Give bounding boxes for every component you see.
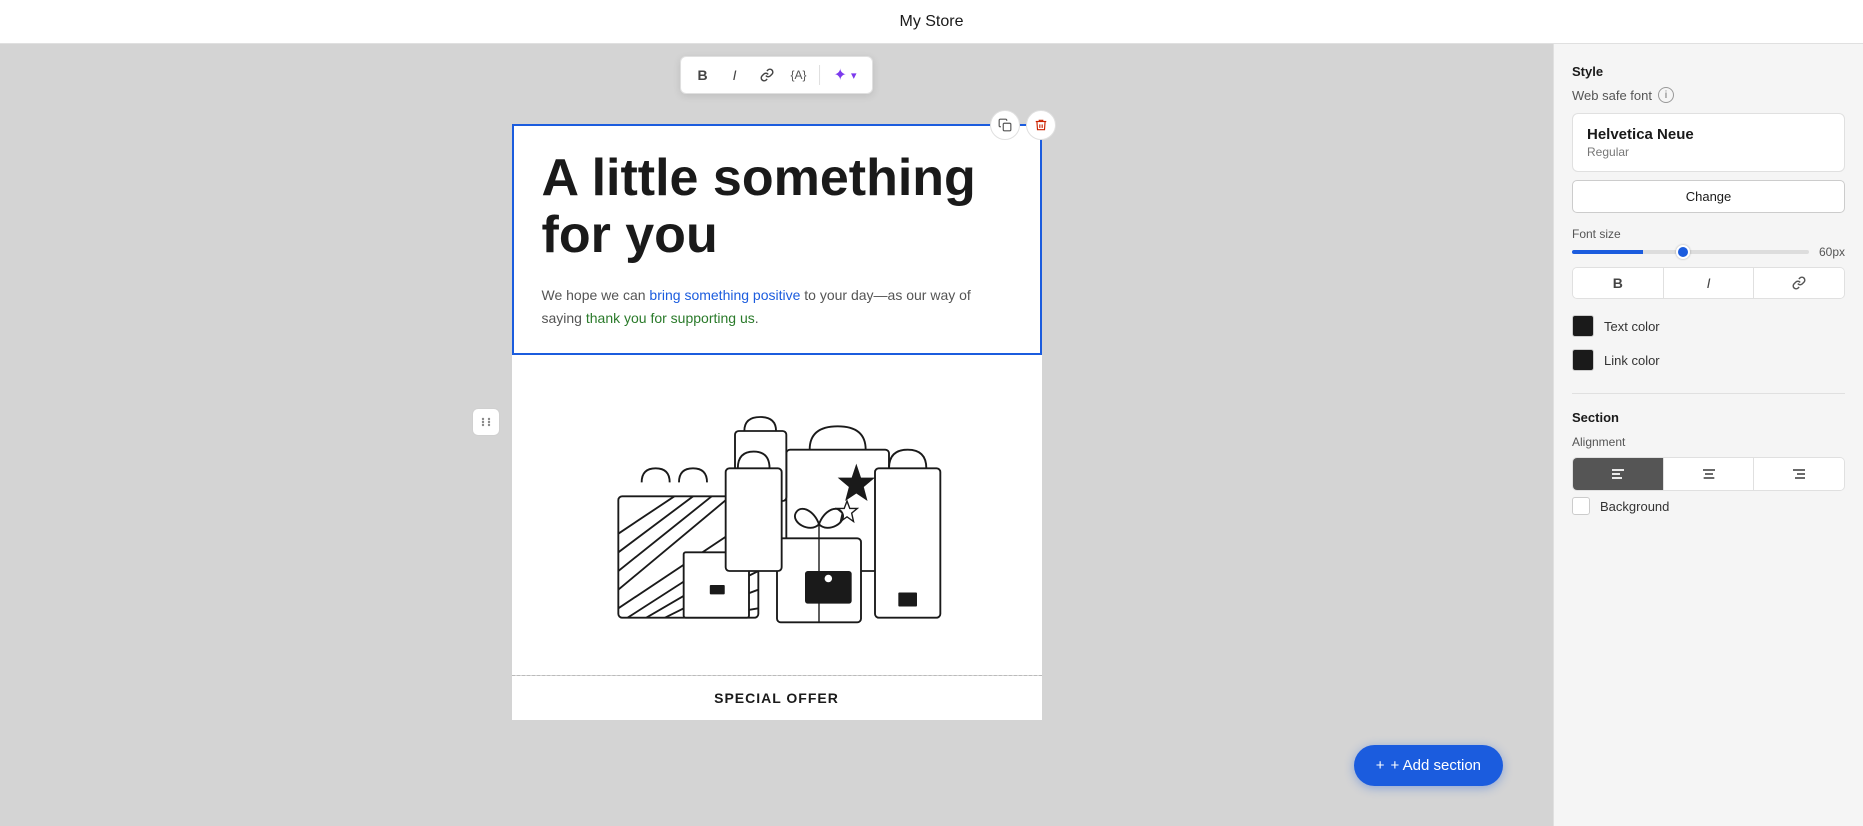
bold-button[interactable]: B (689, 61, 717, 89)
font-name: Helvetica Neue (1587, 126, 1830, 143)
ai-icon: ✦ (834, 65, 847, 85)
section-label: Section (1572, 410, 1845, 425)
italic-button[interactable]: I (721, 61, 749, 89)
font-size-label: Font size (1572, 227, 1845, 241)
main-layout: B I {A} ✦ ▾ (0, 44, 1863, 826)
info-icon[interactable]: i (1658, 87, 1674, 103)
align-center-button[interactable] (1664, 458, 1755, 490)
toolbar-divider (819, 65, 820, 85)
content-wrapper: A little something for you We hope we ca… (512, 124, 1042, 720)
highlight-blue: bring something positive (649, 287, 800, 303)
text-color-label: Text color (1604, 319, 1660, 334)
text-color-row: Text color (1572, 309, 1845, 343)
format-buttons: B I (1572, 267, 1845, 299)
top-bar: My Store (0, 0, 1863, 44)
image-block (512, 355, 1042, 675)
alignment-buttons (1572, 457, 1845, 491)
style-title: Style (1572, 64, 1845, 79)
ai-chevron-icon: ▾ (851, 69, 857, 82)
background-checkbox[interactable] (1572, 497, 1590, 515)
special-offer-label: SPECIAL OFFER (512, 676, 1042, 720)
panel-divider (1572, 393, 1845, 394)
change-font-button[interactable]: Change (1572, 180, 1845, 213)
subtext: We hope we can bring something positive … (542, 284, 1012, 329)
font-info: Helvetica Neue Regular (1572, 113, 1845, 172)
drag-handle[interactable] (472, 408, 500, 436)
text-block[interactable]: A little something for you We hope we ca… (512, 124, 1042, 355)
section-settings: Section Alignment Background (1572, 410, 1845, 515)
format-bold-button[interactable]: B (1573, 268, 1664, 298)
canvas-area: B I {A} ✦ ▾ (0, 44, 1553, 826)
format-link-button[interactable] (1754, 268, 1844, 298)
format-italic-button[interactable]: I (1664, 268, 1755, 298)
duplicate-button[interactable] (990, 110, 1020, 140)
text-color-swatch[interactable] (1572, 315, 1594, 337)
right-panel: Style Web safe font i Helvetica Neue Reg… (1553, 44, 1863, 826)
link-color-label: Link color (1604, 353, 1660, 368)
background-row: Background (1572, 497, 1845, 515)
variable-button[interactable]: {A} (785, 61, 813, 89)
link-color-row: Link color (1572, 343, 1845, 377)
style-section: Style Web safe font i Helvetica Neue Reg… (1572, 64, 1845, 377)
font-size-value: 60px (1819, 245, 1845, 259)
align-right-button[interactable] (1754, 458, 1844, 490)
highlight-green: thank you for supporting us (586, 310, 755, 326)
add-section-button[interactable]: + + Add section (1354, 745, 1503, 786)
font-size-slider[interactable] (1572, 250, 1809, 254)
add-section-icon: + (1376, 757, 1385, 774)
font-size-row: 60px (1572, 245, 1845, 259)
align-left-button[interactable] (1573, 458, 1664, 490)
add-section-label: + Add section (1391, 757, 1481, 774)
store-title: My Store (899, 13, 963, 31)
font-style: Regular (1587, 145, 1830, 159)
ai-button[interactable]: ✦ ▾ (826, 65, 865, 85)
shopping-illustration (587, 375, 967, 655)
alignment-label: Alignment (1572, 435, 1845, 449)
web-safe-row: Web safe font i (1572, 87, 1845, 103)
delete-button[interactable] (1026, 110, 1056, 140)
headline-text[interactable]: A little something for you (542, 150, 1012, 264)
editor-toolbar: B I {A} ✦ ▾ (680, 56, 874, 94)
link-color-swatch[interactable] (1572, 349, 1594, 371)
link-button[interactable] (753, 61, 781, 89)
web-safe-label: Web safe font (1572, 88, 1652, 103)
background-label: Background (1600, 499, 1669, 514)
block-actions (990, 110, 1056, 140)
